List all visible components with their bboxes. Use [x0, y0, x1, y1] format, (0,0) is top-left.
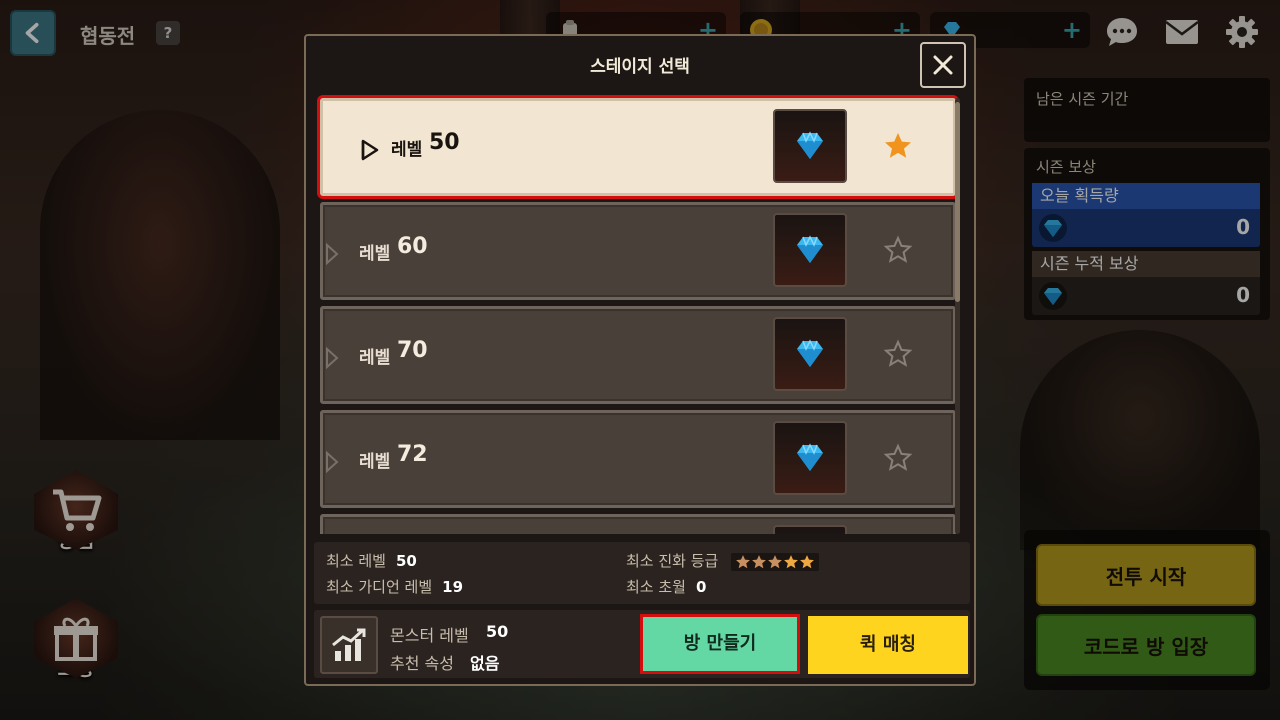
stage-list[interactable]: 레벨 50 레벨 60 레벨 70 레벨 72	[314, 94, 966, 534]
stage-reward-slot	[773, 317, 847, 391]
play-icon	[326, 347, 339, 369]
stage-level-number: 60	[397, 234, 428, 259]
stage-reward-slot	[773, 109, 847, 183]
diamond-icon	[797, 131, 823, 159]
favorite-star-outline-icon[interactable]	[883, 443, 913, 473]
stage-item-level-50[interactable]: 레벨 50	[320, 98, 956, 196]
monster-level-label: 몬스터 레벨	[390, 626, 469, 645]
evolution-star-icon	[800, 554, 815, 568]
stage-level-label: 레벨	[359, 348, 391, 368]
diamond-icon	[797, 339, 823, 367]
evolution-star-icon	[752, 554, 767, 568]
monster-level-icon-box	[320, 616, 378, 674]
stage-requirements: 최소 레벨 50 최소 가디언 레벨 19 최소 진화 등급 최소 초월 0	[314, 542, 970, 604]
close-button[interactable]	[920, 42, 966, 88]
evolution-star-icon	[736, 554, 751, 568]
quick-match-button[interactable]: 퀵 매칭	[808, 616, 968, 674]
stage-level-number: 50	[429, 130, 460, 155]
stage-action-bar: 몬스터 레벨 50 추천 속성 없음 방 만들기 퀵 매칭	[314, 610, 970, 678]
play-icon	[361, 139, 379, 161]
monster-level-value: 50	[486, 622, 509, 641]
diamond-icon	[797, 443, 823, 471]
min-level-value: 50	[395, 552, 417, 570]
favorite-star-outline-icon[interactable]	[883, 339, 913, 369]
recommended-attribute-value: 없음	[470, 654, 500, 673]
stage-level-label: 레벨	[391, 140, 423, 160]
play-icon	[326, 451, 339, 473]
min-transcend-label: 최소 초월	[626, 578, 686, 596]
stage-reward-slot	[773, 525, 847, 534]
stage-reward-slot	[773, 213, 847, 287]
growth-chart-icon	[332, 628, 366, 661]
evolution-star-icon	[768, 554, 783, 568]
min-evolution-label: 최소 진화 등급	[626, 552, 719, 570]
min-level-label: 최소 레벨	[326, 552, 386, 570]
favorite-star-filled-icon[interactable]	[883, 131, 913, 161]
stage-item-partial[interactable]	[320, 514, 956, 534]
stage-level-number: 70	[397, 338, 428, 363]
play-icon	[326, 243, 339, 265]
stage-item-level-60[interactable]: 레벨 60	[320, 202, 956, 300]
min-guardian-level-label: 최소 가디언 레벨	[326, 578, 433, 596]
modal-title: 스테이지 선택	[590, 57, 690, 77]
recommended-attribute-label: 추천 속성	[390, 654, 454, 673]
stage-item-level-72[interactable]: 레벨 72	[320, 410, 956, 508]
stage-level-label: 레벨	[359, 244, 391, 264]
min-guardian-level-value: 19	[442, 578, 464, 596]
scrollbar-thumb[interactable]	[955, 102, 960, 302]
stage-item-level-70[interactable]: 레벨 70	[320, 306, 956, 404]
stage-level-label: 레벨	[359, 452, 391, 472]
min-transcend-value: 0	[695, 578, 707, 596]
evolution-star-icon	[784, 554, 799, 568]
evolution-stars	[731, 552, 820, 571]
create-room-button[interactable]: 방 만들기	[640, 614, 800, 674]
diamond-icon	[797, 235, 823, 263]
stage-level-number: 72	[397, 442, 428, 467]
close-icon	[933, 55, 953, 75]
favorite-star-outline-icon[interactable]	[883, 235, 913, 265]
stage-reward-slot	[773, 421, 847, 495]
stage-select-modal: 스테이지 선택 레벨 50 레벨 60 레벨 70 레벨 72 최소 레벨 50…	[304, 34, 976, 686]
